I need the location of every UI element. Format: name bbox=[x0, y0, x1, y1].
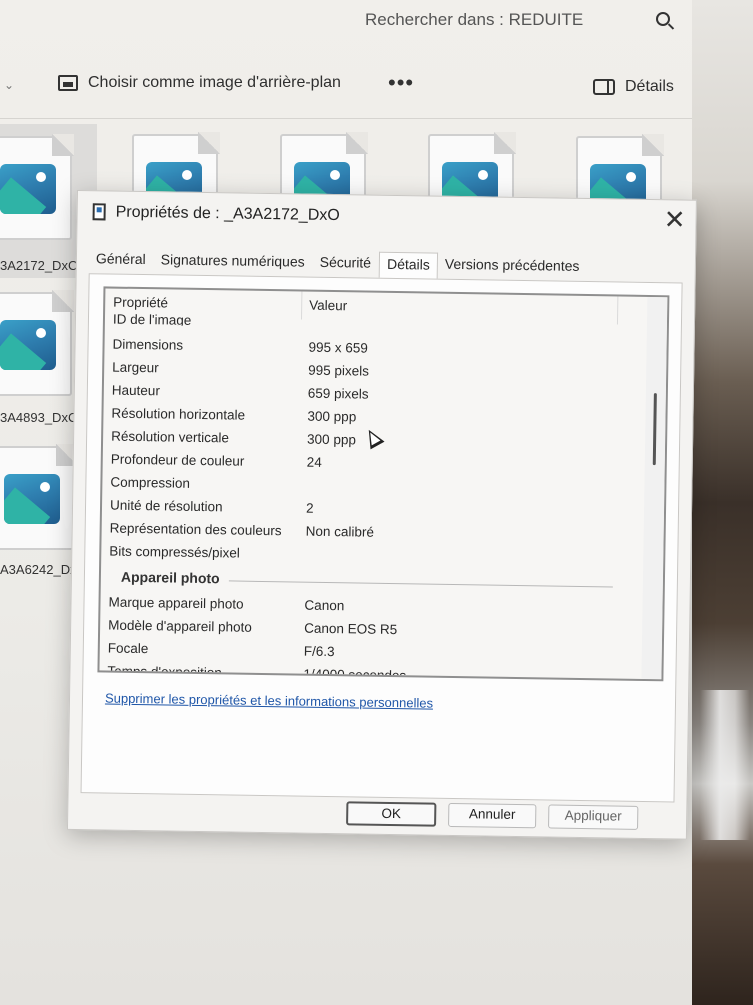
properties-dialog: Propriétés de : _A3A2172_DxO ✕ Général S… bbox=[66, 190, 697, 840]
property-value: 995 pixels bbox=[308, 362, 370, 379]
details-panel: Propriété Valeur ID de l'image Dimension… bbox=[80, 273, 683, 803]
image-file-icon bbox=[4, 474, 60, 524]
details-pane-icon bbox=[593, 79, 615, 95]
dialog-title: Propriétés de : _A3A2172_DxO bbox=[115, 203, 340, 225]
close-icon[interactable]: ✕ bbox=[664, 204, 686, 234]
toolbar-divider bbox=[0, 118, 692, 119]
property-name: Modèle d'appareil photo bbox=[108, 617, 252, 635]
property-value: Canon EOS R5 bbox=[304, 620, 398, 638]
search-bar[interactable]: Rechercher dans : REDUITE bbox=[345, 0, 690, 40]
property-name: Compression bbox=[110, 474, 191, 491]
property-name: Bits compressés/pixel bbox=[109, 543, 240, 561]
search-icon[interactable] bbox=[656, 12, 670, 26]
property-value: 300 ppp bbox=[307, 408, 357, 425]
file-thumbnail[interactable] bbox=[0, 134, 74, 240]
apply-button[interactable]: Appliquer bbox=[548, 804, 639, 830]
group-header-camera: Appareil photo bbox=[120, 568, 220, 587]
group-divider bbox=[228, 580, 613, 588]
image-file-icon bbox=[0, 164, 56, 214]
property-name: Résolution horizontale bbox=[111, 405, 246, 423]
property-name: Représentation des couleurs bbox=[109, 520, 282, 539]
property-value: Non calibré bbox=[305, 523, 375, 540]
property-name: Profondeur de couleur bbox=[110, 451, 245, 469]
more-options-button[interactable]: ••• bbox=[388, 70, 414, 96]
desktop-wallpaper-edge bbox=[692, 0, 753, 1005]
wallpaper-icon bbox=[58, 75, 78, 91]
property-value: 995 x 659 bbox=[308, 339, 368, 356]
property-name: Temps d'exposition bbox=[107, 663, 222, 679]
property-name: Marque appareil photo bbox=[108, 594, 244, 612]
wallpaper-waterfall bbox=[700, 690, 750, 840]
chevron-down-icon[interactable]: ⌄ bbox=[4, 78, 14, 92]
property-list[interactable]: Propriété Valeur ID de l'image Dimension… bbox=[97, 286, 670, 682]
file-name-label[interactable]: 3A2172_DxC bbox=[0, 258, 77, 273]
property-name: Résolution verticale bbox=[111, 428, 230, 446]
file-thumbnail[interactable] bbox=[0, 290, 74, 396]
file-thumbnail[interactable] bbox=[0, 444, 78, 550]
set-wallpaper-button[interactable]: Choisir comme image d'arrière-plan bbox=[58, 74, 341, 92]
property-value: 659 pixels bbox=[307, 385, 369, 402]
list-scrollbar[interactable] bbox=[641, 296, 668, 680]
file-name-label[interactable]: 3A4893_DxC bbox=[0, 410, 77, 425]
set-wallpaper-label: Choisir comme image d'arrière-plan bbox=[88, 74, 341, 91]
tab-details[interactable]: Détails bbox=[378, 251, 439, 279]
property-value: 24 bbox=[306, 454, 322, 470]
property-value: 1/4000 secondes bbox=[303, 666, 407, 679]
ok-button[interactable]: OK bbox=[346, 801, 437, 827]
property-value: 300 ppp bbox=[306, 431, 357, 448]
search-input[interactable]: Rechercher dans : REDUITE bbox=[365, 10, 583, 30]
details-pane-label: Détails bbox=[625, 78, 674, 95]
scrollbar-thumb[interactable] bbox=[652, 393, 657, 466]
property-value: Canon bbox=[304, 597, 345, 614]
tab-general[interactable]: Général bbox=[89, 247, 154, 274]
document-icon bbox=[92, 203, 106, 221]
property-value: 2 bbox=[305, 500, 314, 516]
property-name: Unité de résolution bbox=[109, 497, 223, 515]
column-header-property[interactable]: Propriété bbox=[113, 295, 168, 311]
property-name: Focale bbox=[107, 640, 149, 657]
tab-previous-versions[interactable]: Versions précédentes bbox=[438, 253, 588, 281]
property-name: Hauteur bbox=[111, 382, 161, 399]
toolbar: ⌄ Choisir comme image d'arrière-plan •••… bbox=[0, 64, 692, 108]
tab-security[interactable]: Sécurité bbox=[312, 251, 379, 278]
property-name: Largeur bbox=[112, 359, 159, 376]
property-name: ID de l'image bbox=[112, 312, 192, 328]
details-pane-button[interactable]: Détails bbox=[593, 78, 674, 96]
cancel-button[interactable]: Annuler bbox=[448, 802, 537, 829]
remove-properties-link[interactable]: Supprimer les propriétés et les informat… bbox=[105, 691, 433, 711]
image-file-icon bbox=[0, 320, 56, 370]
property-name: Dimensions bbox=[112, 336, 184, 353]
property-value: F/6.3 bbox=[303, 643, 335, 660]
column-header-value[interactable]: Valeur bbox=[309, 298, 347, 314]
tab-digital-signatures[interactable]: Signatures numériques bbox=[153, 248, 312, 276]
